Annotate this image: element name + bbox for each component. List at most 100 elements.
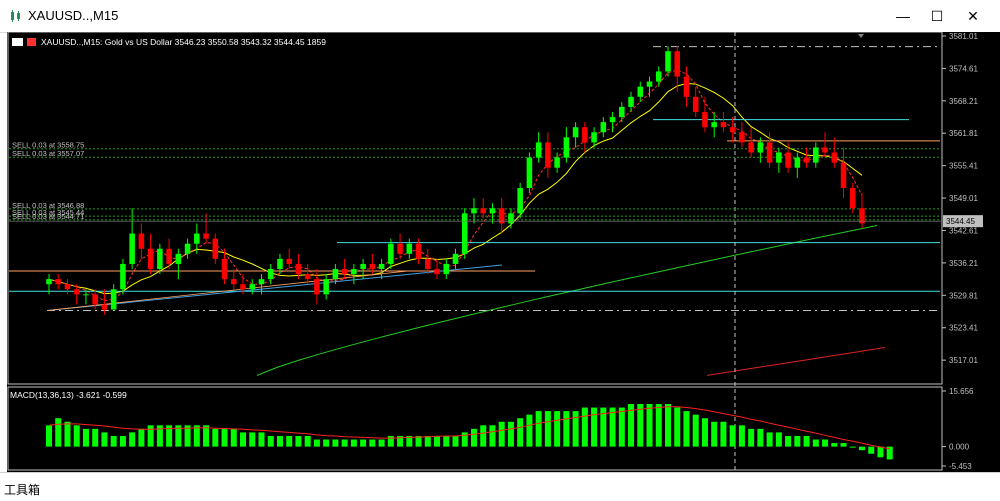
candle-body <box>194 233 200 244</box>
bear-candle <box>748 127 754 158</box>
candle-body <box>748 142 754 153</box>
bull-candle <box>184 238 191 259</box>
candle-body <box>840 162 847 188</box>
price-pane-border <box>7 31 943 385</box>
bull-candle <box>443 258 450 280</box>
macd-histogram-bar <box>701 418 708 447</box>
candle-body <box>55 279 62 285</box>
candle-body <box>655 71 662 82</box>
candle-body <box>637 86 644 97</box>
macd-histogram-bar <box>794 435 801 447</box>
bull-candle <box>175 248 182 280</box>
bull-candle <box>794 152 801 178</box>
macd-histogram-bar <box>544 411 551 447</box>
price-tick-label: 3542.61 <box>949 226 978 235</box>
bear-candle <box>286 248 292 270</box>
macd-histogram-bar <box>55 418 62 447</box>
macd-histogram-bar <box>360 439 367 447</box>
minimize-button[interactable]: — <box>886 0 920 32</box>
candle-body <box>619 106 625 118</box>
candle-body <box>711 122 717 128</box>
bull-candle <box>406 238 413 259</box>
ma-red-line <box>706 347 886 376</box>
macd-histogram-bar <box>267 435 274 447</box>
macd-histogram-bar <box>664 403 671 447</box>
price-tick-label: 3555.41 <box>949 162 978 171</box>
candle-body <box>822 147 828 153</box>
candle-body <box>286 258 292 264</box>
macd-histogram-bar <box>535 411 542 447</box>
candle-body <box>147 248 154 270</box>
macd-histogram-bar <box>655 403 662 447</box>
macd-histogram-bar <box>840 443 847 447</box>
candle-body <box>101 304 108 310</box>
status-bar: 工具箱 <box>0 472 1000 501</box>
bear-candle <box>480 198 486 219</box>
candle-body <box>341 269 348 275</box>
candle-body <box>554 157 560 168</box>
bull-candle <box>110 284 117 310</box>
macd-histogram-bar <box>258 432 265 447</box>
ma-green-line <box>256 225 878 376</box>
maximize-icon: ☐ <box>930 7 944 24</box>
candle-body <box>110 289 117 310</box>
candle-body <box>46 279 52 285</box>
candle-body <box>73 289 80 295</box>
bear-candle <box>803 147 810 168</box>
macd-histogram-bar <box>240 432 247 447</box>
close-icon: ✕ <box>967 7 979 24</box>
macd-histogram-bar <box>212 428 219 447</box>
bull-candle <box>517 182 523 219</box>
maximize-button[interactable]: ☐ <box>920 0 954 32</box>
bear-candle <box>545 132 551 178</box>
candle-body <box>240 284 246 290</box>
candle-body <box>776 152 782 163</box>
candle-body <box>378 263 385 270</box>
candle-body <box>443 263 450 275</box>
macd-histogram-bar <box>101 432 108 447</box>
macd-label: MACD(13,36,13) -3.621 -0.599 <box>10 390 127 400</box>
candle-body <box>766 142 773 163</box>
bear-candle <box>720 112 727 133</box>
macd-histogram-bar <box>683 411 690 447</box>
macd-histogram-bar <box>147 425 154 447</box>
bear-candle <box>341 258 348 280</box>
toolbox-label[interactable]: 工具箱 <box>4 481 40 498</box>
bear-candle <box>702 96 708 133</box>
bear-candle <box>434 258 440 280</box>
macd-histogram-bar <box>286 435 293 447</box>
candle-body <box>785 152 791 168</box>
candle-body <box>83 294 89 296</box>
candle-body <box>720 122 727 128</box>
bull-candle <box>813 142 819 168</box>
price-chart[interactable]: SELL 0.03 at 3558.75SELL 0.03 at 3557.07… <box>7 31 1000 472</box>
bull-candle <box>563 127 570 163</box>
candle-body <box>535 142 542 158</box>
bull-candle <box>461 208 468 259</box>
candle-body <box>92 294 98 305</box>
symbol-flag-icon <box>12 38 23 46</box>
candle-body <box>674 51 680 77</box>
bear-candle <box>425 248 431 275</box>
candle-body <box>683 76 690 97</box>
price-tick-label: 3581.01 <box>949 32 978 41</box>
candle-body <box>434 269 440 275</box>
macd-histogram-bar <box>849 446 856 448</box>
macd-histogram-bar <box>73 425 80 447</box>
bull-candle <box>388 238 394 270</box>
bear-candle <box>498 198 505 234</box>
chart-type-icon <box>27 38 36 46</box>
macd-histogram-bar <box>82 428 89 447</box>
order-label: SELL 0.03 at 3557.07 <box>12 149 84 158</box>
price-tick-label: 3536.21 <box>949 259 978 268</box>
close-button[interactable]: ✕ <box>956 0 990 32</box>
macd-histogram-bar <box>738 425 745 447</box>
price-tick-label: 3568.21 <box>949 97 978 106</box>
candle-body <box>314 279 320 295</box>
chart-area[interactable]: SELL 0.03 at 3558.75 SELL 0.03 at 3557.07… <box>7 31 1000 472</box>
candle-body <box>332 269 339 280</box>
candle-body <box>351 269 357 275</box>
candle-body <box>729 127 736 133</box>
bull-candle <box>249 279 256 295</box>
candle-body <box>572 127 579 138</box>
